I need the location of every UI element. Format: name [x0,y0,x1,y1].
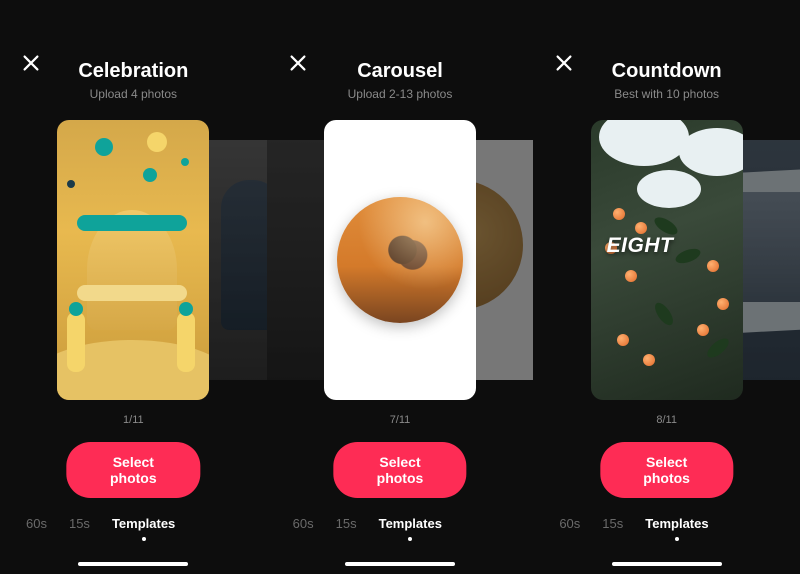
circle-photo-preview [337,197,463,323]
select-photos-button[interactable]: Select photos [67,442,200,498]
template-header: Countdown Best with 10 photos [533,60,800,101]
template-subtitle: Upload 2-13 photos [267,87,534,101]
tab-60s[interactable]: 60s [293,516,314,531]
template-carousel[interactable] [0,115,267,405]
template-title: Celebration [0,60,267,83]
mode-tabs: 60s 15s Templates [267,516,534,531]
template-subtitle: Upload 4 photos [0,87,267,101]
tab-15s[interactable]: 15s [602,516,623,531]
tab-templates[interactable]: Templates [645,516,708,531]
template-preview-card[interactable] [57,120,209,400]
select-photos-button[interactable]: Select photos [333,442,466,498]
template-screen-carousel: Carousel Upload 2-13 photos 7/11 Select … [267,0,534,574]
mode-tabs: 60s 15s Templates [533,516,800,531]
template-counter: 1/11 [0,414,267,426]
tab-15s[interactable]: 15s [336,516,357,531]
template-subtitle: Best with 10 photos [533,87,800,101]
template-preview-card[interactable] [324,120,476,400]
tab-templates[interactable]: Templates [112,516,175,531]
template-counter: 7/11 [267,414,534,426]
mode-tabs: 60s 15s Templates [0,516,267,531]
template-title: Countdown [533,60,800,83]
template-header: Carousel Upload 2-13 photos [267,60,534,101]
template-carousel[interactable]: EIGHT [533,115,800,405]
template-screen-celebration: Celebration Upload 4 photos 1/11 Select … [0,0,267,574]
select-photos-button[interactable]: Select photos [600,442,733,498]
home-indicator[interactable] [78,562,188,566]
tab-templates[interactable]: Templates [379,516,442,531]
template-counter: 8/11 [533,414,800,426]
home-indicator[interactable] [345,562,455,566]
template-title: Carousel [267,60,534,83]
tab-60s[interactable]: 60s [26,516,47,531]
template-carousel[interactable] [267,115,534,405]
template-preview-card[interactable]: EIGHT [591,120,743,400]
home-indicator[interactable] [612,562,722,566]
countdown-overlay-text: EIGHT [607,234,674,258]
tab-15s[interactable]: 15s [69,516,90,531]
template-screen-countdown: Countdown Best with 10 photos EIGHT 8/11… [533,0,800,574]
template-header: Celebration Upload 4 photos [0,60,267,101]
tab-60s[interactable]: 60s [559,516,580,531]
